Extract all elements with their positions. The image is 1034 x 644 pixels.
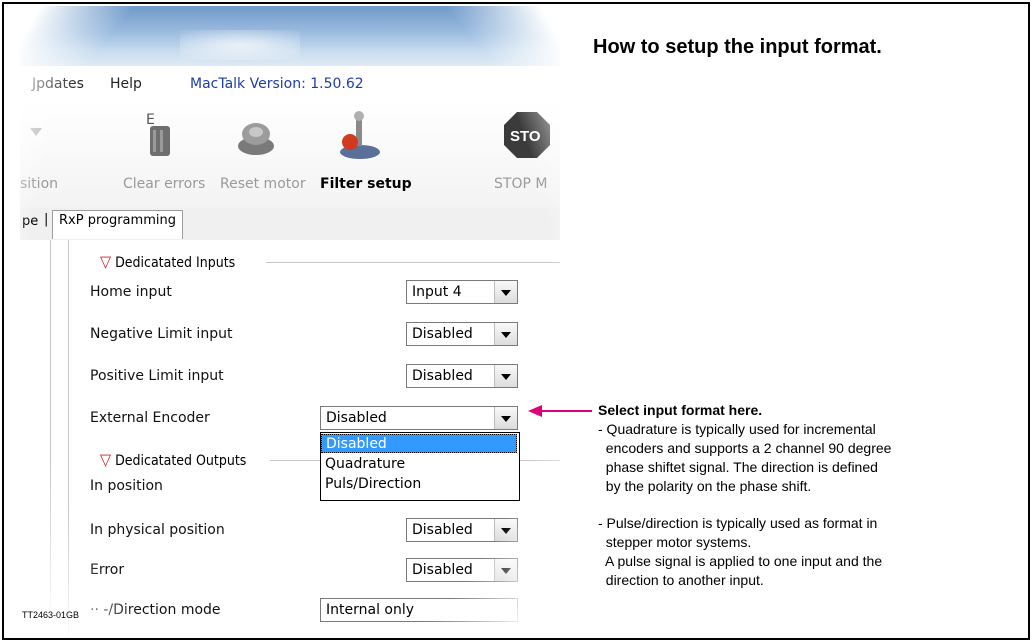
chevron-down-icon[interactable] bbox=[494, 323, 517, 345]
group-line bbox=[266, 262, 560, 263]
chevron-down-icon[interactable] bbox=[494, 407, 517, 429]
in-physical-position-select[interactable]: Disabled bbox=[406, 518, 518, 542]
error-select[interactable]: Disabled bbox=[406, 558, 518, 582]
toolbar-reset-motor-label[interactable]: Reset motor bbox=[220, 176, 306, 192]
positive-limit-select[interactable]: Disabled bbox=[406, 364, 518, 388]
arrow-icon bbox=[30, 128, 42, 136]
version-label: MacTalk Version: 1.50.62 bbox=[190, 76, 364, 92]
negative-limit-label: Negative Limit input bbox=[90, 326, 233, 342]
reset-motor-icon[interactable] bbox=[234, 116, 278, 160]
svg-text:E: E bbox=[146, 112, 155, 128]
settings-panel: ▽ Dedicatated Inputs Home input Input 4 N… bbox=[20, 240, 560, 636]
toolbar-clear-errors-label[interactable]: Clear errors bbox=[123, 176, 205, 192]
collapse-triangle-icon[interactable]: ▽ bbox=[100, 252, 111, 271]
chevron-down-icon[interactable] bbox=[494, 559, 517, 581]
external-encoder-label: External Encoder bbox=[90, 410, 210, 426]
toolbar-stop-label[interactable]: STOP M bbox=[494, 176, 547, 192]
direction-mode-select[interactable]: Internal only bbox=[320, 598, 518, 622]
menu-help[interactable]: Help bbox=[110, 76, 142, 92]
annotation-quadrature: - Quadrature is typically used for incre… bbox=[598, 421, 892, 494]
tab-strip: pe | RxP programming bbox=[20, 208, 560, 241]
toolbar-filter-setup-label[interactable]: Filter setup bbox=[320, 176, 412, 192]
annotation-pulse: - Pulse/direction is typically used as f… bbox=[598, 515, 883, 588]
menu-bar: Jpdates Help MacTalk Version: 1.50.62 bbox=[20, 66, 560, 100]
tab-rxp-programming[interactable]: RxP programming bbox=[52, 210, 183, 239]
error-label: Error bbox=[90, 562, 125, 578]
group-dedicated-outputs: ▽ Dedicatated Outputs bbox=[100, 450, 247, 469]
tab-previous[interactable]: pe bbox=[22, 214, 38, 229]
in-physical-position-label: In physical position bbox=[90, 522, 225, 538]
collapse-triangle-icon[interactable]: ▽ bbox=[100, 450, 111, 469]
mactalk-screenshot: Jpdates Help MacTalk Version: 1.50.62 E bbox=[20, 6, 560, 636]
negative-limit-select[interactable]: Disabled bbox=[406, 322, 518, 346]
in-position-label: In position bbox=[90, 478, 163, 494]
option-quadrature[interactable]: Quadrature bbox=[321, 455, 517, 474]
pointer-arrow-icon bbox=[528, 405, 592, 417]
encoder-dropdown-list[interactable]: Disabled Quadrature Puls/Direction bbox=[320, 432, 520, 501]
chevron-down-icon[interactable] bbox=[494, 281, 517, 303]
external-encoder-select[interactable]: Disabled bbox=[320, 406, 518, 430]
page-title: How to setup the input format. bbox=[593, 36, 882, 58]
figure-code: TT2463-01GB bbox=[22, 610, 80, 620]
direction-mode-label: ·· -/Direction mode bbox=[90, 602, 221, 618]
panel-divider bbox=[50, 240, 51, 636]
toolbar-position-label[interactable]: sition bbox=[20, 176, 58, 192]
toolbar: E STO sition Clear errors Reset motor Fi… bbox=[20, 100, 560, 209]
svg-text:STO: STO bbox=[510, 128, 541, 145]
panel-divider bbox=[68, 240, 69, 636]
group-dedicated-inputs: ▽ Dedicatated Inputs bbox=[100, 252, 236, 271]
window-titlebar bbox=[20, 6, 560, 66]
menu-updates[interactable]: Jpdates bbox=[32, 76, 84, 92]
annotation-title: Select input format here. bbox=[598, 402, 763, 418]
chevron-down-icon[interactable] bbox=[494, 519, 517, 541]
clear-errors-icon[interactable]: E bbox=[140, 108, 180, 162]
stop-sign-icon[interactable]: STO bbox=[502, 110, 552, 160]
filter-setup-icon[interactable] bbox=[334, 108, 384, 164]
chevron-down-icon[interactable] bbox=[494, 365, 517, 387]
home-input-select[interactable]: Input 4 bbox=[406, 280, 518, 304]
group-line bbox=[518, 460, 560, 461]
positive-limit-label: Positive Limit input bbox=[90, 368, 224, 384]
group-line bbox=[270, 460, 320, 461]
home-input-label: Home input bbox=[90, 284, 172, 300]
option-disabled[interactable]: Disabled bbox=[321, 434, 517, 453]
option-puls-direction[interactable]: Puls/Direction bbox=[321, 475, 517, 494]
